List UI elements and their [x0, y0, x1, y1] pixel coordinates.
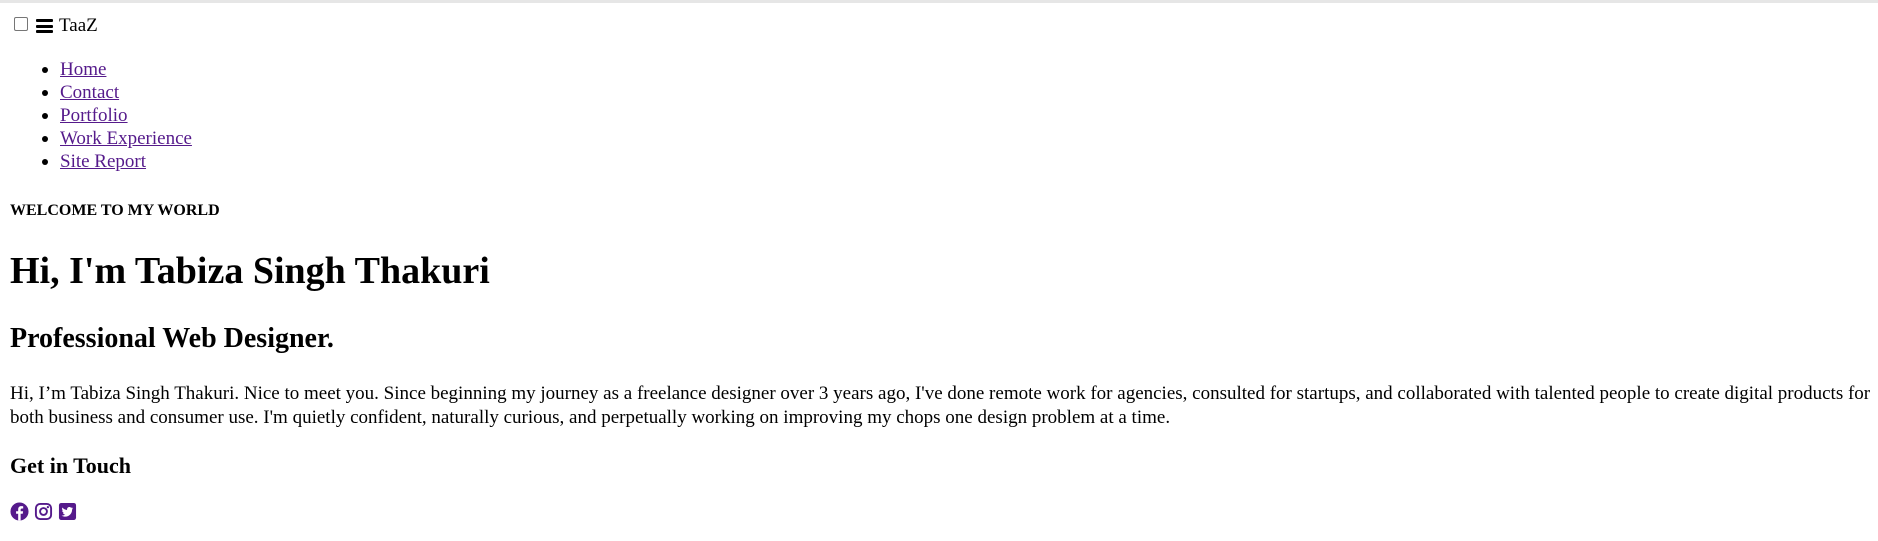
- nav-link-portfolio[interactable]: Portfolio: [60, 105, 128, 126]
- nav-item-portfolio: Portfolio: [42, 104, 192, 127]
- nav-item-site-report: Site Report: [42, 150, 192, 173]
- header: TaaZ: [14, 14, 98, 38]
- hero-title: Hi, I'm Tabiza Singh Thakuri: [10, 250, 490, 292]
- twitter-icon[interactable]: [58, 502, 77, 521]
- main-nav: Home Contact Portfolio Work Experience S…: [42, 58, 192, 173]
- nav-link-contact[interactable]: Contact: [60, 82, 119, 103]
- social-links: [10, 502, 77, 521]
- nav-item-work-experience: Work Experience: [42, 127, 192, 150]
- instagram-icon[interactable]: [34, 502, 53, 521]
- nav-link-work-experience[interactable]: Work Experience: [60, 128, 192, 149]
- nav-link-home[interactable]: Home: [60, 59, 106, 80]
- intro-paragraph: Hi, I’m Tabiza Singh Thakuri. Nice to me…: [10, 383, 1871, 428]
- hero-subtitle: Professional Web Designer.: [10, 323, 334, 354]
- facebook-icon[interactable]: [10, 502, 29, 521]
- get-in-touch-heading: Get in Touch: [10, 453, 132, 478]
- hamburger-icon[interactable]: [36, 19, 53, 33]
- brand-logo[interactable]: TaaZ: [59, 14, 98, 38]
- top-border: [0, 0, 1878, 3]
- menu-toggle-checkbox[interactable]: [14, 17, 28, 31]
- nav-item-contact: Contact: [42, 81, 192, 104]
- welcome-eyebrow: WELCOME TO MY WORLD: [10, 202, 220, 219]
- nav-link-site-report[interactable]: Site Report: [60, 151, 146, 172]
- nav-item-home: Home: [42, 58, 192, 81]
